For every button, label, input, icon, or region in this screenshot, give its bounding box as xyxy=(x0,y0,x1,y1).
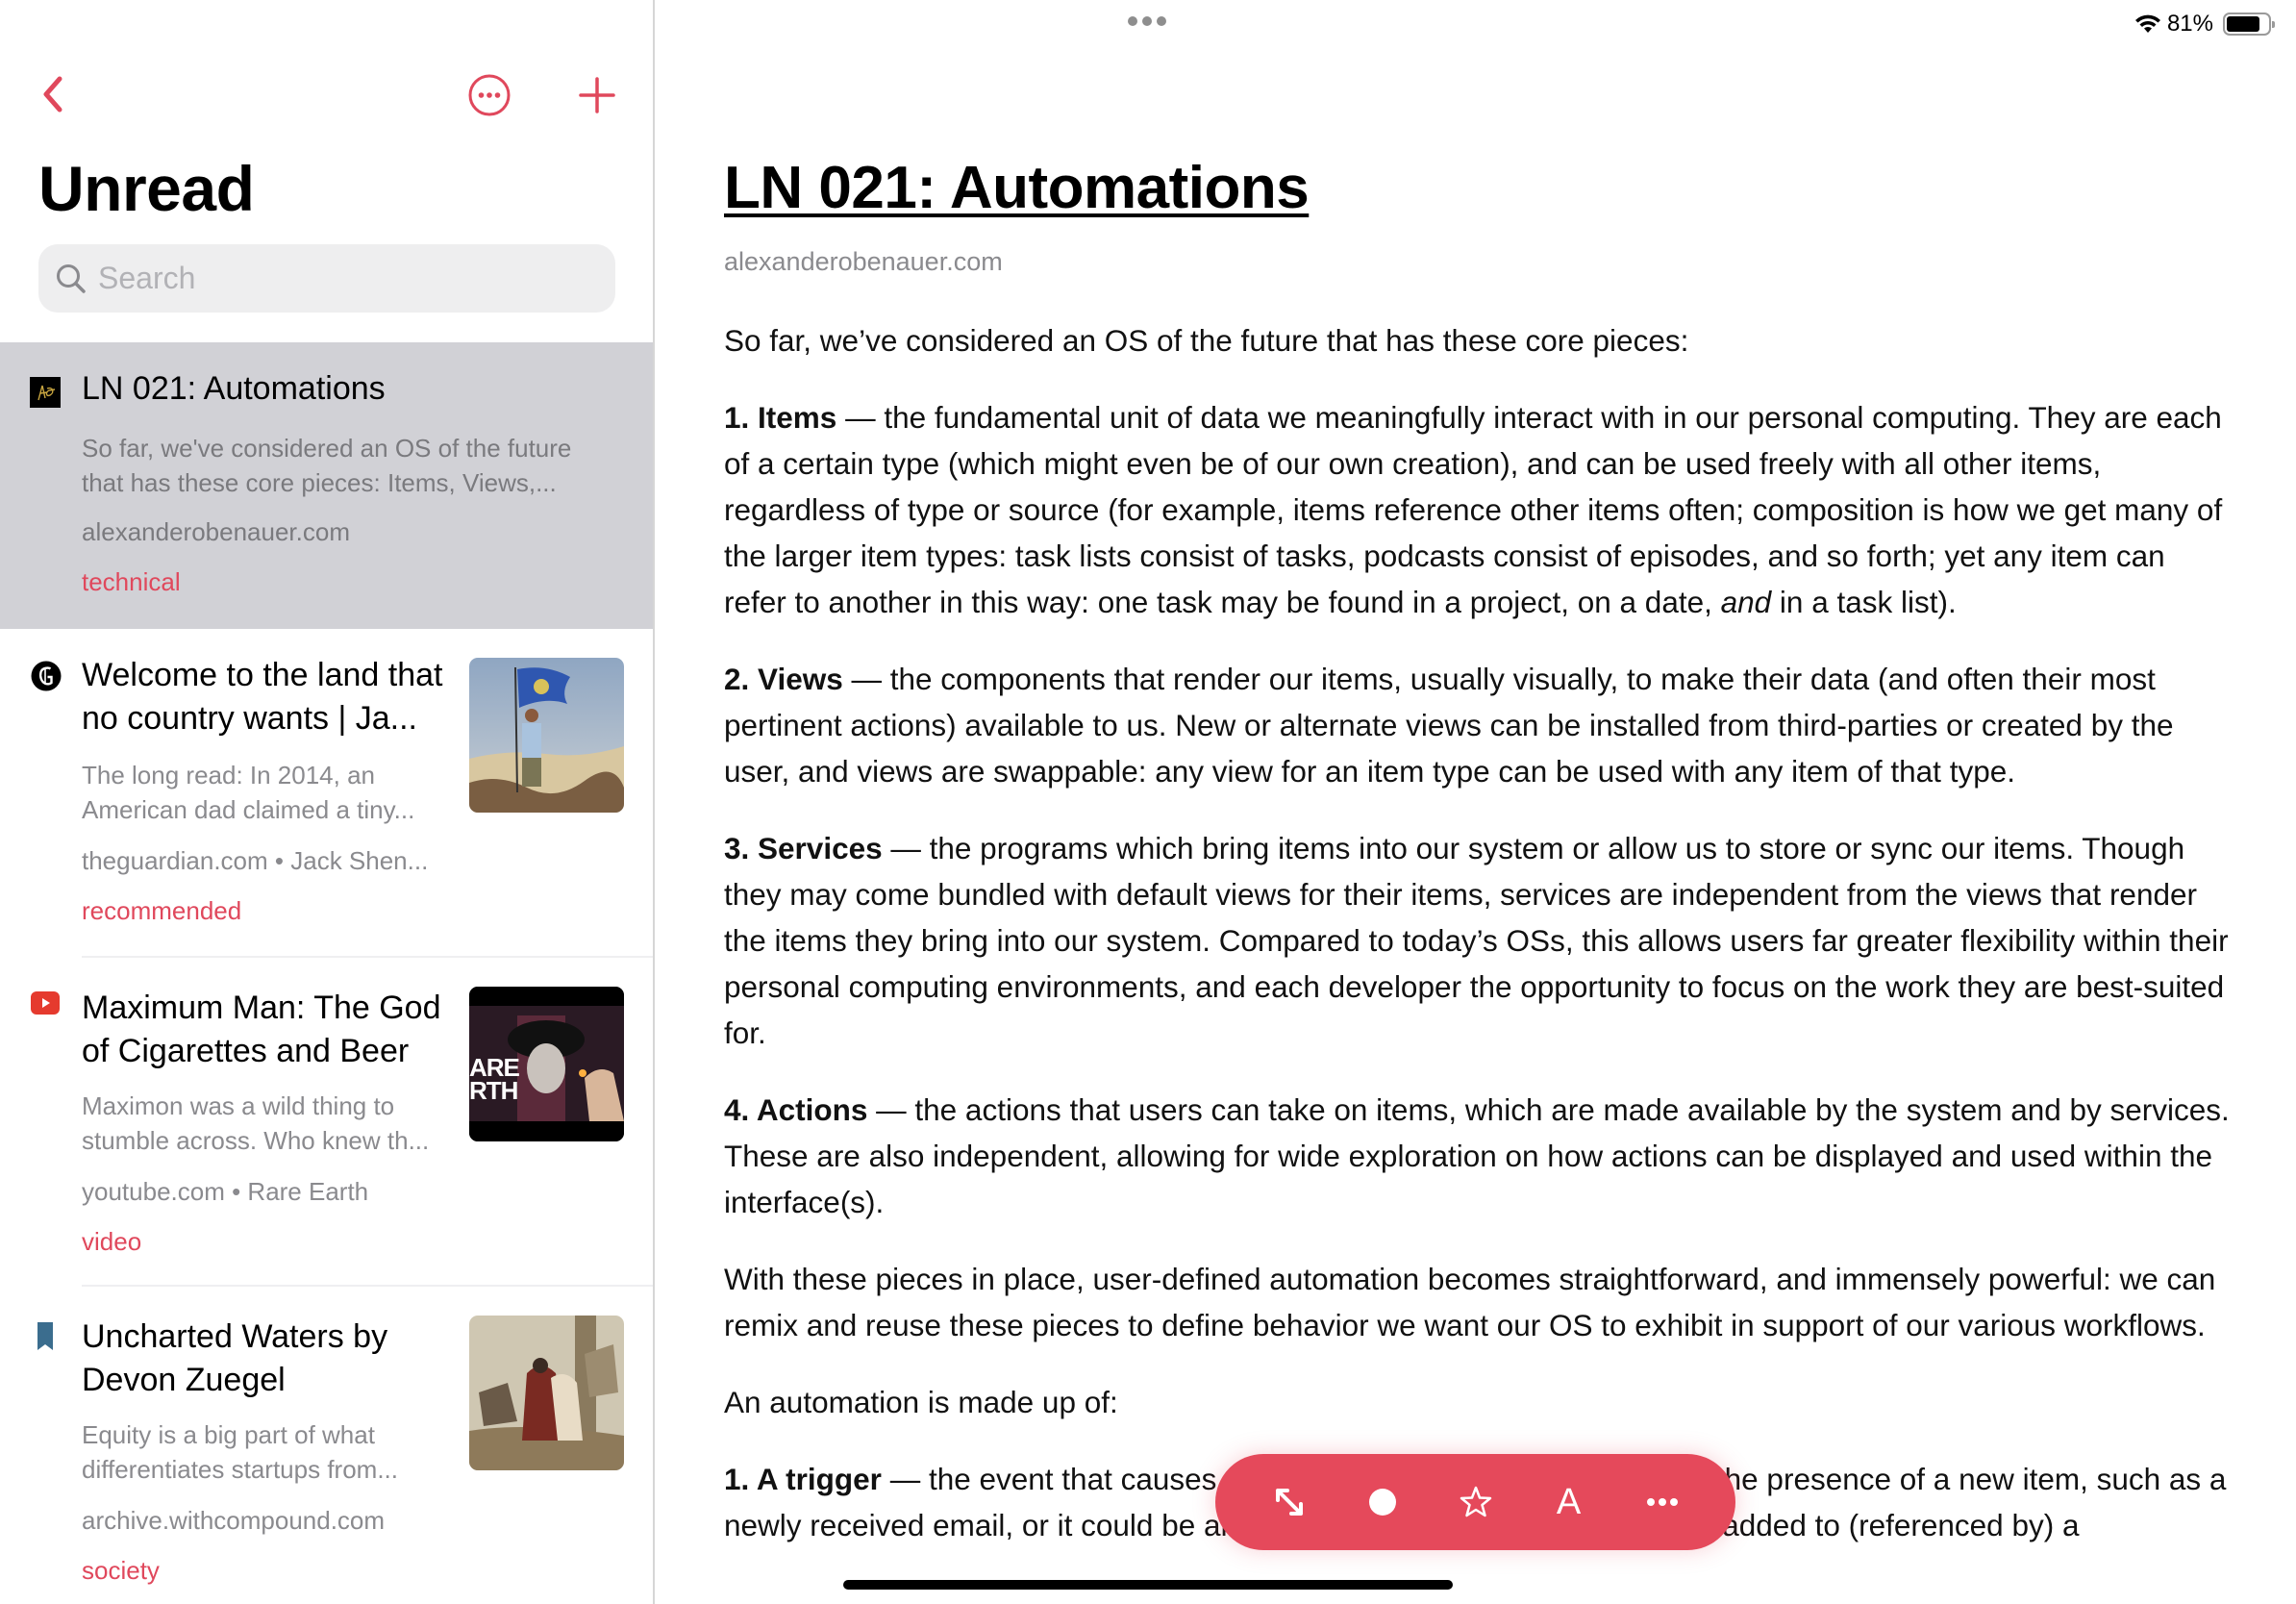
more-options-button[interactable] xyxy=(467,73,512,117)
site-logo-icon xyxy=(30,377,61,408)
article-source: theguardian.com • Jack Shen... xyxy=(82,846,429,875)
article-thumbnail: ARE RTH xyxy=(469,987,624,1141)
search-field[interactable] xyxy=(38,244,615,313)
thumbnail-text: RTH xyxy=(469,1076,518,1105)
article-title-line: Uncharted Waters by xyxy=(82,1318,388,1355)
article-domain: alexanderobenauer.com xyxy=(724,247,1003,276)
article-title-line: Maximum Man: The God xyxy=(82,990,441,1026)
article-heading-link[interactable]: LN 021: Automations xyxy=(724,154,1310,222)
term-label: 1. Items xyxy=(724,400,837,435)
article-source: alexanderobenauer.com xyxy=(82,517,350,546)
bookmark-icon xyxy=(36,1321,55,1354)
youtube-icon xyxy=(30,990,62,1015)
reader-pane: LN 021: Automations alexanderobenauer.co… xyxy=(655,0,2296,1604)
add-article-button[interactable] xyxy=(575,73,619,117)
term-label: 3. Services xyxy=(724,831,883,865)
back-button[interactable] xyxy=(35,73,73,115)
search-icon xyxy=(57,263,86,293)
mark-read-dot-icon xyxy=(1368,1489,1396,1516)
mark-read-button[interactable] xyxy=(1354,1473,1411,1531)
article-tag[interactable]: video xyxy=(82,1225,141,1258)
article-source: youtube.com • Rare Earth xyxy=(82,1177,369,1206)
text-style-icon: A xyxy=(1556,1481,1582,1522)
article-summary-line: Maximon was a wild thing to xyxy=(82,1091,395,1120)
star-icon xyxy=(1460,1486,1491,1517)
term-label: 1. A trigger xyxy=(724,1462,882,1496)
article-list-item[interactable]: Welcome to the land that no country want… xyxy=(0,629,653,958)
article-list-sidebar: Unread LN 021: Automations So far, we've… xyxy=(0,0,653,1604)
article-title: LN 021: Automations xyxy=(82,370,386,407)
article-summary-line: differentiates startups from... xyxy=(82,1455,398,1484)
more-actions-button[interactable] xyxy=(1634,1473,1691,1531)
article-summary-line: American dad claimed a tiny... xyxy=(82,795,415,824)
article-summary-line: The long read: In 2014, an xyxy=(82,761,376,789)
paragraph-views: 2. Views — the components that render ou… xyxy=(724,656,2234,794)
paragraph: With these pieces in place, user-defined… xyxy=(724,1262,2216,1342)
article-title-line: no country wants | Ja... xyxy=(82,700,417,737)
article-list-item[interactable]: LN 021: Automations So far, we've consid… xyxy=(0,342,653,629)
expand-icon xyxy=(1275,1489,1303,1516)
article-body: So far, we’ve considered an OS of the fu… xyxy=(724,317,2234,1579)
more-icon xyxy=(1646,1498,1678,1506)
paragraph-text: in a task list). xyxy=(1771,585,1957,619)
guardian-icon xyxy=(30,660,62,692)
text-style-button[interactable]: A xyxy=(1540,1473,1598,1531)
home-indicator[interactable] xyxy=(843,1580,1453,1590)
paragraph-actions: 4. Actions — the actions that users can … xyxy=(724,1087,2234,1225)
paragraph: So far, we’ve considered an OS of the fu… xyxy=(724,323,1689,358)
article-summary-line: Equity is a big part of what xyxy=(82,1420,375,1449)
article-title-line: Welcome to the land that xyxy=(82,657,443,693)
emphasis: and xyxy=(1720,585,1772,619)
article-summary-line: that has these core pieces: Items, Views… xyxy=(82,468,557,497)
plus-icon xyxy=(579,77,615,113)
ellipsis-circle-icon xyxy=(468,74,511,116)
paragraph-text: — the actions that users can take on ite… xyxy=(724,1092,2230,1219)
article-title-line: of Cigarettes and Beer xyxy=(82,1033,410,1069)
term-label: 4. Actions xyxy=(724,1092,868,1127)
article-source: archive.withcompound.com xyxy=(82,1506,386,1535)
article-thumbnail xyxy=(469,658,624,813)
paragraph: An automation is made up of: xyxy=(724,1385,1118,1419)
paragraph-text: — the fundamental unit of data we meanin… xyxy=(724,400,2223,619)
chevron-left-icon xyxy=(43,76,62,113)
article-summary-line: stumble across. Who knew th... xyxy=(82,1126,430,1155)
favorite-button[interactable] xyxy=(1447,1473,1505,1531)
search-input[interactable] xyxy=(98,261,598,296)
article-list-item[interactable]: Maximum Man: The God of Cigarettes and B… xyxy=(0,958,653,1287)
paragraph-text: — the components that render our items, … xyxy=(724,662,2174,789)
paragraph-services: 3. Services — the programs which bring i… xyxy=(724,825,2234,1056)
article-tag[interactable]: recommended xyxy=(82,894,241,927)
article-title-line: Devon Zuegel xyxy=(82,1362,286,1398)
paragraph-text: — the programs which bring items into ou… xyxy=(724,831,2229,1050)
article-list-item[interactable]: Uncharted Waters by Devon Zuegel Equity … xyxy=(0,1287,653,1585)
article-thumbnail xyxy=(469,1316,624,1470)
page-title: Unread xyxy=(38,153,255,224)
reader-floating-toolbar: A xyxy=(1215,1454,1735,1550)
term-label: 2. Views xyxy=(724,662,843,696)
article-tag[interactable]: technical xyxy=(82,565,181,598)
article-summary-line: So far, we've considered an OS of the fu… xyxy=(82,434,572,463)
expand-button[interactable] xyxy=(1260,1473,1318,1531)
article-tag[interactable]: society xyxy=(82,1554,160,1587)
paragraph-items: 1. Items — the fundamental unit of data … xyxy=(724,394,2234,625)
article-list: LN 021: Automations So far, we've consid… xyxy=(0,342,653,1585)
